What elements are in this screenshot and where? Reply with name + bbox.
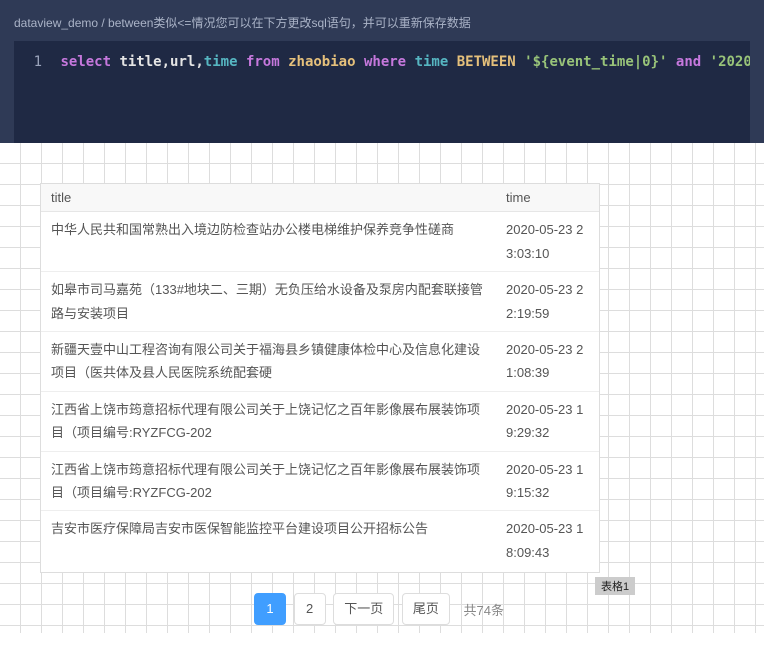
- cell-title: 中华人民共和国常熟出入境边防检查站办公楼电梯维护保养竞争性磋商: [41, 212, 496, 271]
- cell-title: 新疆天壹中山工程咨询有限公司关于福海县乡镇健康体检中心及信息化建设项目（医共体及…: [41, 331, 496, 391]
- cell-time: 2020-05-23 19:29:32: [496, 391, 599, 451]
- sql-field: time: [415, 54, 449, 70]
- table-row[interactable]: 江西省上饶市筠意招标代理有限公司关于上饶记忆之百年影像展布展装饰项目（项目编号:…: [41, 391, 599, 451]
- sql-column: url: [170, 54, 195, 70]
- column-header-time[interactable]: time: [496, 184, 600, 212]
- sql-keyword-where: where: [364, 54, 406, 70]
- table-row[interactable]: 吉安市医疗保障局吉安市医保智能监控平台建设项目公开招标公告2020-05-23 …: [41, 511, 599, 568]
- cell-title: 江西省上饶市筠意招标代理有限公司关于上饶记忆之百年影像展布展装饰项目（项目编号:…: [41, 451, 496, 511]
- sql-column: title: [119, 54, 161, 70]
- page-total-label: 共74条: [458, 600, 510, 619]
- sql-keyword-between: BETWEEN: [457, 54, 516, 70]
- page-1-button[interactable]: 1: [254, 593, 286, 625]
- table-row[interactable]: 江西省上饶市筠意招标代理有限公司关于上饶记忆之百年影像展布展装饰项目（项目编号:…: [41, 451, 599, 511]
- sql-editor-panel: dataview_demo / between类似<=情况您可以在下方更改sql…: [0, 0, 764, 143]
- next-page-button[interactable]: 下一页: [333, 593, 394, 625]
- sql-column: time: [204, 54, 238, 70]
- cell-title: 江西省上饶市筠意招标代理有限公司关于上饶记忆之百年影像展布展装饰项目（项目编号:…: [41, 391, 496, 451]
- table-widget[interactable]: title time 中华人民共和国常熟出入境边防检查站办公楼电梯维护保养竞争性…: [40, 183, 600, 573]
- sql-keyword-select: select: [60, 54, 111, 70]
- last-page-button[interactable]: 尾页: [402, 593, 450, 625]
- sql-literal: '${event_time|0}': [524, 54, 667, 70]
- sql-keyword-and: and: [676, 54, 701, 70]
- sql-table: zhaobiao: [288, 54, 355, 70]
- cell-title: 如皋市司马嘉苑（133#地块二、三期）无负压给水设备及泵房内配套联接管路与安装项…: [41, 272, 496, 332]
- cell-time: 2020-05-23 21:08:39: [496, 331, 599, 391]
- cell-time: 2020-05-23 19:15:32: [496, 451, 599, 511]
- layout-canvas[interactable]: title time 中华人民共和国常熟出入境边防检查站办公楼电梯维护保养竞争性…: [0, 143, 764, 633]
- cell-time: 2020-05-23 18:09:43: [496, 511, 599, 568]
- cell-time: 2020-05-23 22:19:59: [496, 272, 599, 332]
- table-row[interactable]: 如皋市司马嘉苑（133#地块二、三期）无负压给水设备及泵房内配套联接管路与安装项…: [41, 272, 599, 332]
- sql-keyword-from: from: [246, 54, 280, 70]
- table-row[interactable]: 中华人民共和国常熟出入境边防检查站办公楼电梯维护保养竞争性磋商2020-05-2…: [41, 212, 599, 271]
- column-header-title[interactable]: title: [41, 184, 496, 212]
- pagination: 1 2 下一页 尾页 共74条: [0, 593, 764, 625]
- table-row[interactable]: 新疆天壹中山工程咨询有限公司关于福海县乡镇健康体检中心及信息化建设项目（医共体及…: [41, 331, 599, 391]
- sql-literal: '2020-05-24': [710, 54, 750, 70]
- cell-time: 2020-05-23 23:03:10: [496, 212, 599, 271]
- page-2-button[interactable]: 2: [294, 593, 326, 625]
- breadcrumb: dataview_demo / between类似<=情况您可以在下方更改sql…: [0, 10, 764, 41]
- line-number: 1: [22, 51, 42, 73]
- cell-title: 吉安市医疗保障局吉安市医保智能监控平台建设项目公开招标公告: [41, 511, 496, 568]
- sql-code-area[interactable]: 1 select title,url,time from zhaobiao wh…: [14, 41, 750, 143]
